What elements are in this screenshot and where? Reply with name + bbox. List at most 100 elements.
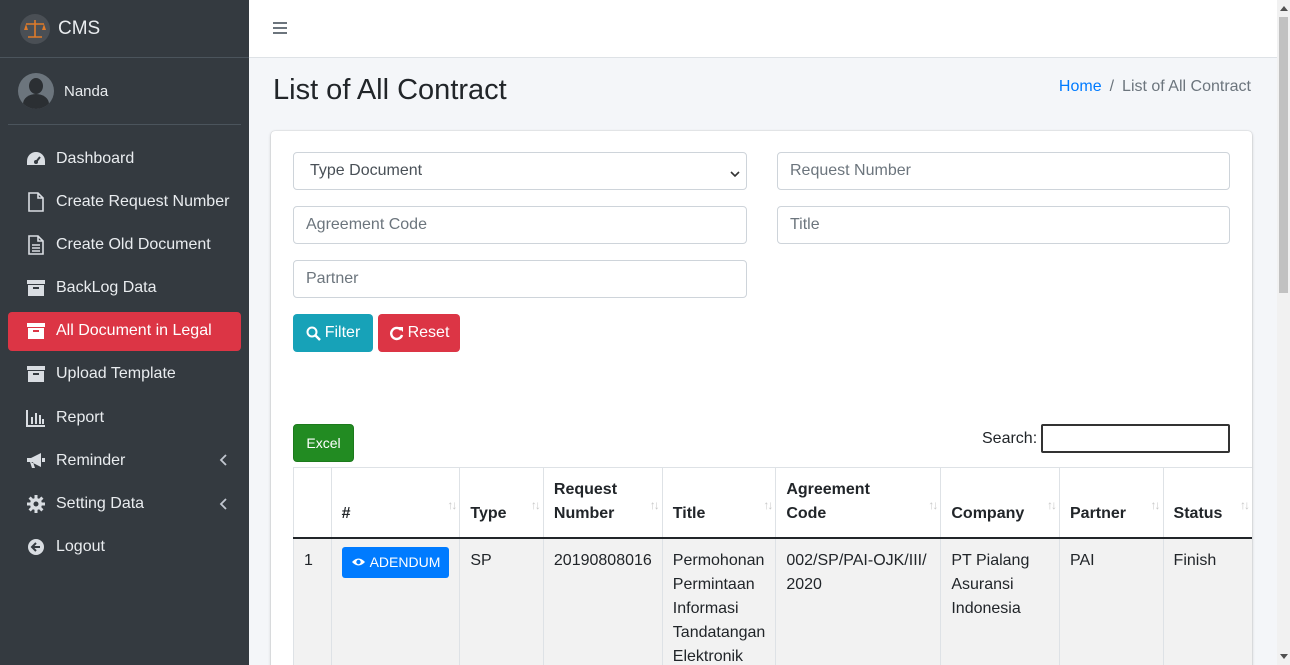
partner-placeholder: Partner [306,270,359,287]
table-search-input[interactable] [1041,424,1230,453]
sort-icon: ↑↓ [649,497,660,512]
excel-export-button[interactable]: Excel [293,424,354,462]
column-header-agreement-code[interactable]: Agreement Code ↑↓ [775,467,941,539]
sidebar-item-label: Logout [56,538,105,556]
sidebar-nav: Dashboard Create Request Number Create O… [0,139,249,567]
title-input[interactable]: Title [777,206,1230,244]
cell-company: PT Pialang Asuransi Indonesia [940,537,1060,665]
sidebar-item-report[interactable]: Report [8,398,241,437]
contract-list-card: Type Document Request Number Agreement C… [271,131,1252,665]
sidebar-item-all-document-in-legal[interactable]: All Document in Legal [8,311,241,351]
sidebar-item-create-request-number[interactable]: Create Request Number [8,182,241,221]
column-header-company[interactable]: Company ↑↓ [940,467,1060,539]
cell-request-number: 20190808016 [542,537,663,665]
scrollbar-thumb[interactable] [1279,17,1288,293]
sort-icon: ↑↓ [1240,497,1250,512]
header-label: Agreement Code [786,480,870,522]
bullhorn-icon [25,450,47,472]
header-label: Request Number [553,480,618,522]
breadcrumb-home-link[interactable]: Home [1059,78,1102,95]
header-label: Company [951,504,1025,522]
header-label: Status [1173,504,1223,522]
gear-icon [25,493,47,515]
cell-partner: PAI [1059,537,1164,665]
chevron-down-icon [730,165,740,183]
breadcrumb-separator: / [1109,78,1115,95]
column-header-type[interactable]: Type ↑↓ [459,467,544,539]
column-header-status[interactable]: Status ↑↓ [1162,467,1252,539]
cell-row-number: 1 [293,537,332,665]
scales-logo-icon [20,13,50,44]
filter-button-label: Filter [324,324,361,341]
sort-icon: ↑↓ [530,497,541,512]
sidebar-item-reminder[interactable]: Reminder [8,441,241,480]
column-header-row-number [293,467,332,539]
avatar [18,73,54,109]
file-icon [25,191,47,213]
header-label: Partner [1070,504,1127,522]
request-number-input[interactable]: Request Number [777,152,1230,190]
tachometer-icon [25,148,47,170]
cell-action: ADENDUM [330,537,460,665]
search-icon [306,326,321,341]
page-scrollbar[interactable] [1277,0,1290,665]
sidebar-item-upload-template[interactable]: Upload Template [8,355,241,394]
sidebar-item-setting-data[interactable]: Setting Data [8,485,241,524]
sidebar-item-backlog-data[interactable]: BackLog Data [8,269,241,308]
excel-button-label: Excel [306,435,341,451]
header-label: Type [470,504,507,522]
archive-icon [25,320,47,342]
breadcrumb: Home / List of All Contract [1059,78,1251,96]
sort-icon: ↑↓ [763,497,773,512]
column-header-title[interactable]: Title ↑↓ [661,467,776,539]
cell-title: Permohonan Permintaan Informasi Tandatan… [661,537,776,665]
sidebar-item-label: Setting Data [56,495,145,512]
bar-chart-icon [25,407,47,429]
file-text-icon [25,234,47,256]
chevron-left-icon [219,453,227,471]
agreement-code-input[interactable]: Agreement Code [293,206,747,244]
user-name: Nanda [64,82,109,100]
sidebar-item-label: Create Request Number [56,192,230,210]
search-label: Search: [982,430,1038,447]
title-placeholder: Title [790,216,820,233]
brand-name: CMS [58,17,101,39]
table-row: 1 ADENDUM SP 20190808016 Permohonan Perm… [293,537,1252,665]
type-document-select[interactable]: Type Document [293,152,747,190]
user-panel[interactable]: Nanda [8,58,241,125]
sidebar-item-dashboard[interactable]: Dashboard [8,139,241,178]
topbar [249,0,1277,58]
reset-button[interactable]: Reset [378,314,460,352]
cell-type: SP [459,537,544,665]
sidebar-item-label: Create Old Document [56,235,211,253]
sidebar-item-logout[interactable]: Logout [8,528,241,567]
cell-agreement-code: 002/SP/PAI-OJK/III/2020 [775,537,941,665]
hamburger-menu-icon[interactable] [273,22,287,34]
sort-icon: ↑↓ [1047,497,1057,512]
scroll-down-arrow-icon[interactable] [1280,654,1288,659]
sort-icon: ↑↓ [447,497,457,512]
type-document-selected: Type Document [310,162,423,179]
filter-button[interactable]: Filter [293,314,373,352]
brand[interactable]: CMS [0,0,249,58]
request-number-placeholder: Request Number [790,162,911,179]
sidebar: CMS Nanda Dashboard Create Request Numbe… [0,0,249,665]
column-header-request-number[interactable]: Request Number ↑↓ [542,467,663,539]
breadcrumb-current: List of All Contract [1122,78,1251,95]
sidebar-item-label: All Document in Legal [56,322,212,340]
sidebar-item-label: Dashboard [56,149,135,167]
header-label: # [341,504,351,522]
archive-icon [25,363,47,385]
sidebar-item-label: Report [56,408,105,426]
adendum-button-label: ADENDUM [369,554,441,570]
adendum-button[interactable]: ADENDUM [341,546,450,578]
contracts-table: # ↑↓ Type ↑↓ Request Number ↑↓ Title ↑↓ Agre… [293,467,1252,665]
logout-icon [25,536,47,558]
page-title: List of All Contract [273,74,507,106]
sidebar-item-create-old-document[interactable]: Create Old Document [8,225,241,264]
scroll-up-arrow-icon[interactable] [1280,6,1288,11]
column-header-partner[interactable]: Partner ↑↓ [1059,467,1164,539]
partner-input[interactable]: Partner [293,260,747,298]
cell-status: Finish [1162,537,1252,665]
column-header-number[interactable]: # ↑↓ [330,467,460,539]
